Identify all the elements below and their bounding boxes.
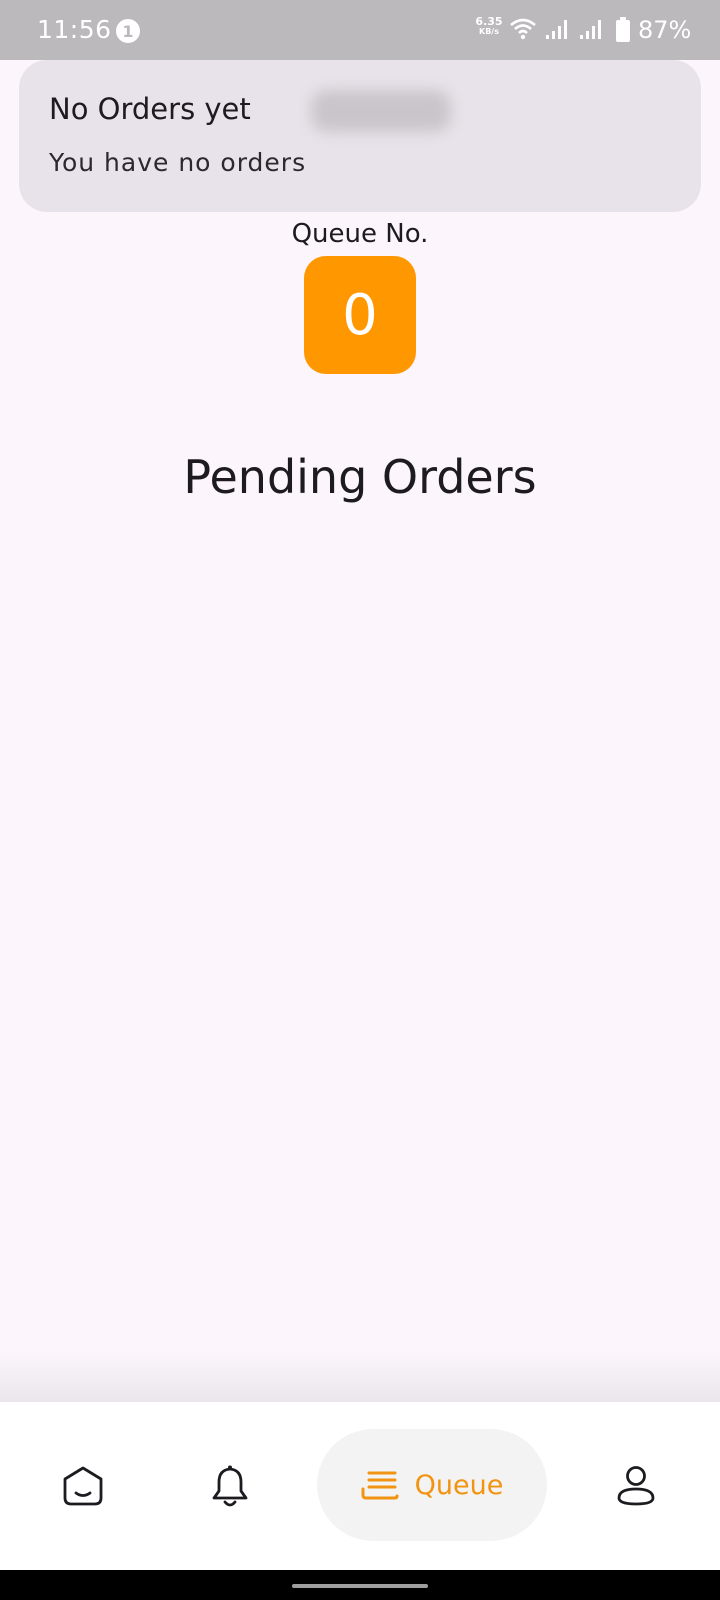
queue-number-box: 0	[304, 256, 416, 374]
battery-icon	[616, 17, 630, 42]
nav-notifications[interactable]	[180, 1402, 280, 1570]
battery-percentage: 87%	[638, 16, 692, 44]
queue-number-value: 0	[342, 282, 378, 348]
home-icon	[63, 1466, 103, 1506]
notice-body: You have no orders	[49, 148, 307, 177]
network-speed: 6.35 KB/s	[474, 16, 504, 36]
nav-queue[interactable]: Queue	[317, 1429, 547, 1541]
bottom-nav-shadow	[0, 1352, 720, 1402]
nav-profile[interactable]	[586, 1402, 686, 1570]
signal-sim1-icon	[546, 20, 567, 39]
queue-number-label: Queue No.	[291, 219, 429, 249]
pending-orders-title: Pending Orders	[183, 450, 537, 504]
notice-title: No Orders yet	[49, 92, 251, 126]
notification-count-badge: 1	[116, 19, 140, 43]
status-bar: 11:56 1 6.35 KB/s 87%	[0, 0, 720, 60]
blurred-user-name	[311, 90, 451, 132]
status-time: 11:56	[37, 15, 112, 44]
bottom-navigation: Queue	[0, 1402, 720, 1570]
wifi-icon	[510, 18, 536, 40]
profile-icon	[617, 1466, 655, 1506]
no-orders-notice-card: No Orders yet You have no orders	[19, 60, 701, 212]
nav-queue-label: Queue	[414, 1469, 504, 1501]
signal-sim2-icon	[580, 20, 601, 39]
nav-home[interactable]	[33, 1402, 133, 1570]
bell-icon	[212, 1465, 248, 1507]
queue-icon	[361, 1471, 399, 1500]
system-gesture-bar	[0, 1570, 720, 1600]
network-speed-unit: KB/s	[479, 27, 499, 36]
gesture-handle[interactable]	[292, 1584, 428, 1588]
